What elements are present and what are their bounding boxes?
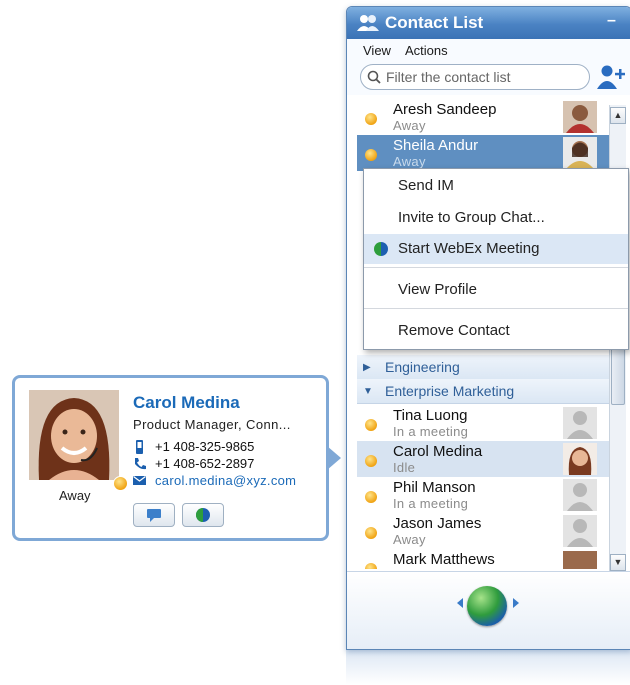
- window-title: Contact List: [385, 13, 484, 32]
- contact-row-carol-medina[interactable]: Carol Medina Idle: [357, 441, 609, 477]
- avatar: [563, 443, 597, 475]
- title-bar: Contact List –: [347, 7, 630, 39]
- contact-name: Mark Matthews: [393, 551, 495, 568]
- expand-triangle-icon: ▶: [363, 361, 371, 373]
- group-engineering[interactable]: ▶ Engineering: [357, 355, 609, 380]
- menu-item-start-webex-meeting[interactable]: Start WebEx Meeting: [364, 234, 628, 264]
- away-status-icon: [365, 419, 377, 431]
- email-icon: [133, 475, 146, 485]
- away-status-icon: [365, 149, 377, 161]
- mobile-number[interactable]: +1 408-325-9865: [155, 439, 254, 454]
- bottom-bar: [347, 571, 630, 649]
- contacts-icon: [357, 15, 379, 31]
- menu-item-invite-group-chat[interactable]: Invite to Group Chat...: [364, 203, 628, 233]
- mobile-row: +1 408-325-9865: [133, 439, 254, 454]
- card-name: Carol Medina: [133, 393, 240, 412]
- card-pointer: [327, 446, 341, 470]
- phone-icon: [135, 457, 146, 469]
- webex-icon: [196, 508, 210, 522]
- arrow-right-icon: [513, 598, 519, 608]
- search-row: [347, 61, 630, 95]
- menu-bar: View Actions: [347, 39, 630, 61]
- search-icon: [367, 70, 381, 84]
- contact-status: Away: [393, 118, 426, 133]
- webex-icon: [374, 242, 388, 256]
- contact-row-phil-manson[interactable]: Phil Manson In a meeting: [357, 477, 609, 513]
- collapse-triangle-icon: ▼: [363, 385, 373, 397]
- menu-item-label: Remove Contact: [398, 322, 510, 339]
- group-label: Enterprise Marketing: [385, 383, 515, 399]
- mobile-icon: [136, 439, 143, 454]
- contact-row-jason-james[interactable]: Jason James Away: [357, 513, 609, 549]
- menu-item-send-im[interactable]: Send IM: [364, 171, 628, 201]
- avatar: [563, 137, 597, 169]
- phone-number[interactable]: +1 408-652-2897: [155, 456, 254, 471]
- contact-status: In a meeting: [393, 424, 469, 439]
- start-webex-button[interactable]: [182, 503, 224, 527]
- contact-name: Carol Medina: [393, 443, 483, 460]
- context-menu: Send IM Invite to Group Chat... Start We…: [363, 168, 629, 350]
- contact-row-mark-matthews[interactable]: Mark Matthews: [357, 549, 609, 569]
- away-status-icon: [365, 491, 377, 503]
- scroll-up-button[interactable]: ▲: [610, 107, 626, 124]
- contact-photo: [29, 390, 119, 480]
- avatar: [563, 551, 597, 569]
- contact-status: In a meeting: [393, 496, 469, 511]
- contact-row-sheila-andur[interactable]: Sheila Andur Away: [357, 135, 609, 171]
- menu-item-label: Invite to Group Chat...: [398, 209, 545, 226]
- group-label: Engineering: [385, 359, 460, 375]
- contact-status: Away: [393, 532, 426, 547]
- contact-row-tina-luong[interactable]: Tina Luong In a meeting: [357, 405, 609, 441]
- avatar-placeholder: [563, 407, 597, 439]
- phone-row: +1 408-652-2897: [133, 456, 254, 471]
- menu-item-view-profile[interactable]: View Profile: [364, 275, 628, 305]
- menu-view[interactable]: View: [363, 43, 391, 58]
- minimize-button[interactable]: –: [607, 13, 623, 29]
- email-link[interactable]: carol.medina@xyz.com: [155, 473, 296, 488]
- menu-item-label: Start WebEx Meeting: [398, 240, 540, 257]
- avatar-placeholder: [563, 479, 597, 511]
- avatar-placeholder: [563, 515, 597, 547]
- contact-row-aresh-sandeep[interactable]: Aresh Sandeep Away: [357, 99, 609, 135]
- away-status-icon: [365, 113, 377, 125]
- email-row: carol.medina@xyz.com: [133, 473, 296, 488]
- contact-name: Aresh Sandeep: [393, 101, 497, 118]
- avatar: [563, 101, 597, 133]
- menu-actions[interactable]: Actions: [405, 43, 448, 58]
- contact-name: Sheila Andur: [393, 137, 479, 154]
- webex-orb-button[interactable]: [467, 586, 507, 626]
- menu-item-remove-contact[interactable]: Remove Contact: [364, 316, 628, 346]
- menu-separator: [364, 308, 628, 309]
- add-contact-icon[interactable]: [595, 64, 627, 90]
- contact-status: Idle: [393, 460, 416, 475]
- away-status-icon: [365, 527, 377, 539]
- search-box: [360, 64, 590, 90]
- chat-icon: [147, 509, 161, 522]
- away-status-icon: [365, 455, 377, 467]
- menu-item-label: Send IM: [398, 177, 454, 194]
- send-im-button[interactable]: [133, 503, 175, 527]
- card-status: Away: [59, 488, 91, 503]
- away-status-icon: [113, 476, 128, 491]
- contact-status: Away: [393, 154, 426, 169]
- contact-name: Tina Luong: [393, 407, 468, 424]
- menu-separator: [364, 267, 628, 268]
- group-enterprise-marketing[interactable]: ▼ Enterprise Marketing: [357, 379, 609, 404]
- away-status-icon: [365, 563, 377, 569]
- contact-name: Jason James: [393, 515, 482, 532]
- card-job-title: Product Manager, Conn...: [133, 417, 291, 432]
- search-input[interactable]: [384, 68, 583, 86]
- contact-name: Phil Manson: [393, 479, 476, 496]
- contact-card: Away Carol Medina Product Manager, Conn.…: [12, 375, 329, 541]
- arrow-left-icon: [457, 598, 463, 608]
- menu-item-label: View Profile: [398, 281, 477, 298]
- scroll-down-button[interactable]: ▼: [610, 554, 626, 571]
- window-reflection: [346, 650, 630, 685]
